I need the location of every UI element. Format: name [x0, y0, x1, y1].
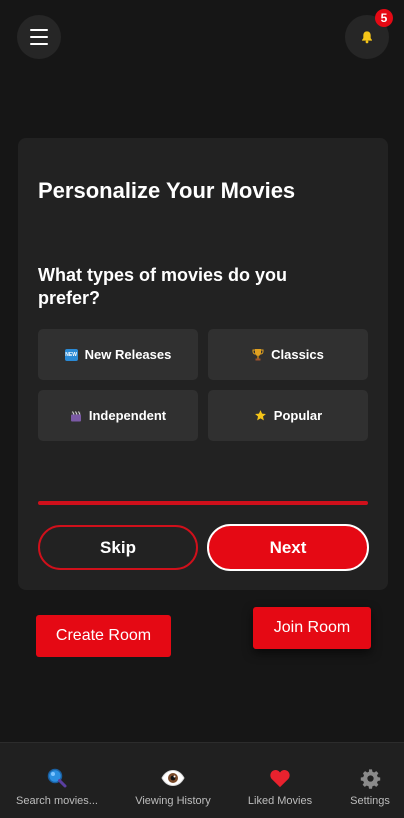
option-label: Independent	[88, 408, 167, 423]
option-label: New Releases	[84, 347, 172, 362]
preference-question: What types of movies do you prefer?	[38, 265, 288, 308]
menu-button[interactable]	[17, 15, 61, 59]
nav-label: Settings	[350, 795, 390, 807]
eye-icon	[161, 769, 185, 787]
trophy-icon	[252, 349, 264, 361]
nav-search[interactable]: Search movies...	[10, 743, 104, 818]
option-new-releases[interactable]: NEW New Releases	[38, 329, 198, 380]
nav-label: Search movies...	[16, 795, 98, 807]
progress-bar	[38, 501, 368, 505]
nav-settings[interactable]: Settings	[342, 743, 398, 818]
option-independent[interactable]: Independent	[38, 390, 198, 441]
heart-icon	[270, 769, 290, 788]
card-title: Personalize Your Movies	[38, 178, 296, 203]
option-classics[interactable]: Classics	[208, 329, 368, 380]
new-badge-icon: NEW	[64, 348, 78, 361]
option-label: Popular	[273, 408, 323, 423]
star-icon	[254, 410, 266, 421]
bottom-navigation: Search movies... Viewing History Liked M…	[0, 742, 404, 818]
next-button[interactable]: Next	[207, 524, 369, 571]
app-screen: 5 Personalize Your Movies What types of …	[0, 0, 404, 818]
create-room-button[interactable]: Create Room	[36, 615, 171, 657]
personalize-card: Personalize Your Movies What types of mo…	[18, 138, 388, 590]
nav-liked-movies[interactable]: Liked Movies	[244, 743, 316, 818]
option-label: Classics	[271, 347, 324, 362]
bell-icon	[362, 31, 372, 44]
gear-icon	[360, 768, 380, 789]
nav-label: Liked Movies	[247, 795, 313, 807]
nav-viewing-history[interactable]: Viewing History	[128, 743, 218, 818]
notification-badge: 5	[375, 9, 393, 27]
hamburger-icon	[30, 29, 48, 45]
option-popular[interactable]: Popular	[208, 390, 368, 441]
clapperboard-icon	[70, 410, 81, 421]
join-room-button[interactable]: Join Room	[253, 607, 371, 649]
nav-label: Viewing History	[135, 795, 211, 807]
search-icon	[47, 768, 67, 788]
skip-button[interactable]: Skip	[38, 525, 198, 570]
